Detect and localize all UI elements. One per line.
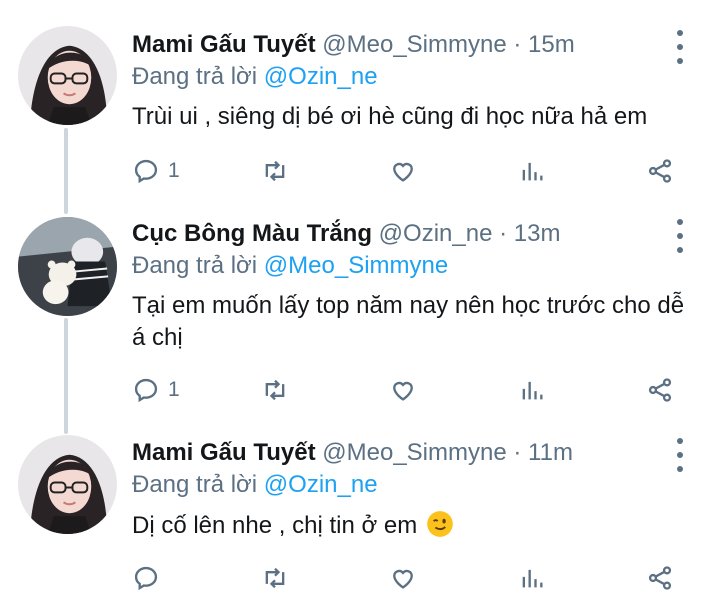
more-options-icon[interactable]	[670, 438, 690, 472]
replying-to-label: Đang trả lời	[132, 471, 258, 498]
separator-dot: ·	[513, 439, 522, 466]
tweet[interactable]: Mami Gấu Tuyết @Meo_Simmyne · 11m Đang t…	[0, 0, 720, 615]
analytics-button[interactable]	[518, 560, 546, 596]
share-button[interactable]	[646, 560, 674, 596]
like-icon	[393, 569, 413, 589]
reply-icon	[134, 566, 158, 591]
display-name[interactable]: Mami Gấu Tuyết	[132, 439, 316, 466]
mention-link[interactable]: @Ozin_ne	[264, 471, 378, 498]
user-handle[interactable]: @Meo_Simmyne	[322, 439, 506, 466]
share-icon	[648, 566, 672, 590]
like-button[interactable]	[389, 560, 417, 596]
tweet-actions	[132, 560, 692, 596]
tweet-text-row: Dị cố lên nhe , chị tin ở em	[132, 510, 702, 542]
timestamp[interactable]: 11m	[528, 439, 573, 466]
analytics-icon	[522, 569, 543, 588]
tweet-header: Mami Gấu Tuyết @Meo_Simmyne · 11m	[132, 438, 573, 468]
winking-face-icon	[427, 511, 453, 537]
avatar-photo	[18, 435, 117, 534]
avatar[interactable]	[18, 435, 117, 534]
retweet-button[interactable]	[261, 560, 289, 596]
reply-button[interactable]	[132, 560, 168, 596]
tweet-text: Dị cố lên nhe , chị tin ở em	[132, 512, 418, 539]
replying-to: Đang trả lời @Ozin_ne	[132, 470, 378, 500]
retweet-icon	[265, 567, 285, 589]
